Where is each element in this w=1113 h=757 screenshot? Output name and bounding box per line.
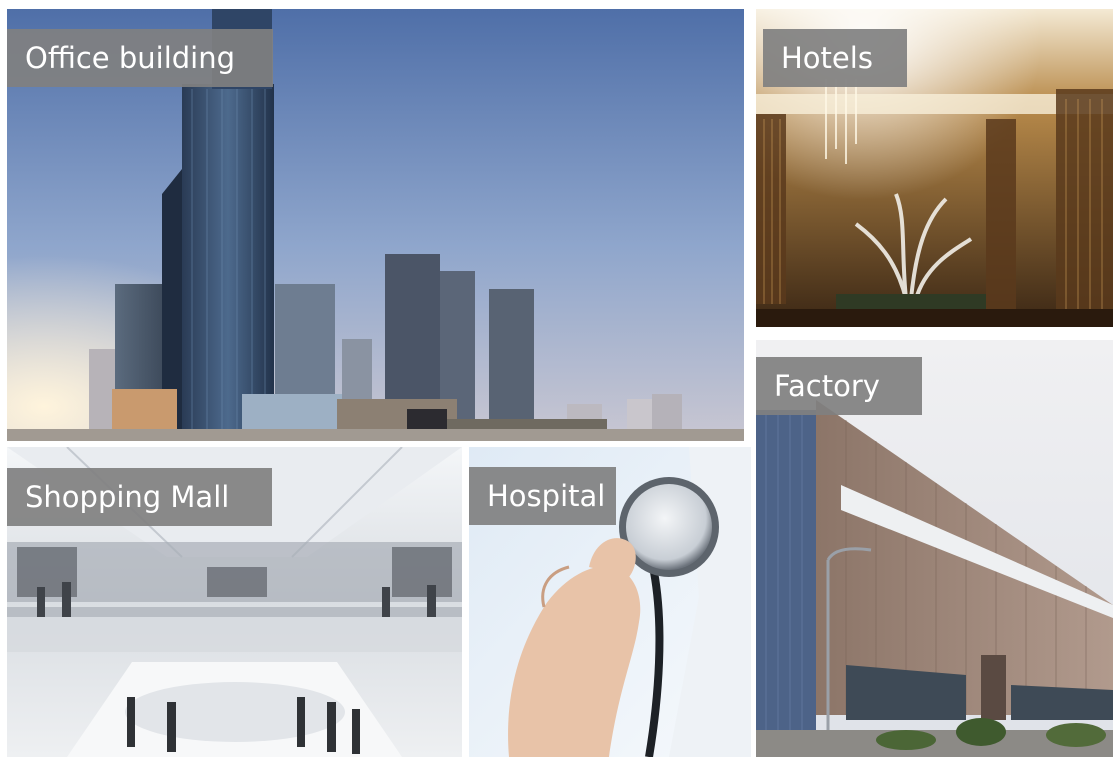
hotels-photo: Hotels [756,9,1113,327]
hotels-label: Hotels [763,29,907,87]
hospital-label: Hospital [469,467,616,525]
factory-label: Factory [756,357,922,415]
factory-photo: Factory [756,340,1113,757]
shopping-mall-photo: Shopping Mall [7,447,462,757]
shopping-mall-label: Shopping Mall [7,468,272,526]
office-building-label: Office building [7,29,273,87]
office-building-photo: Office building [7,9,744,441]
hospital-photo: Hospital [469,447,751,757]
building-types-collage: Office building Hotels Factory Shopping … [0,0,1113,757]
